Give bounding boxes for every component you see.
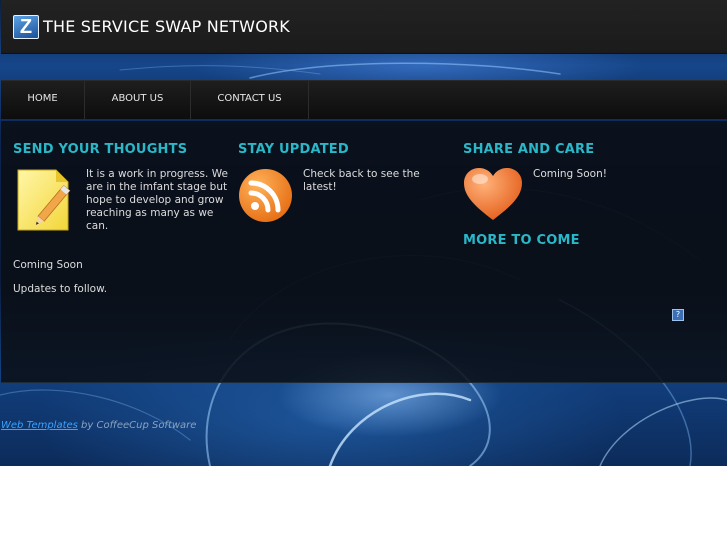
logo-icon[interactable]: Z (13, 15, 39, 39)
notepad-pencil-icon (17, 169, 71, 231)
coming-soon-text: Coming Soon (13, 259, 83, 271)
send-thoughts-heading: SEND YOUR THOUGHTS (13, 142, 188, 157)
rss-feed-icon[interactable] (238, 168, 293, 223)
text-line: latest! (303, 181, 337, 193)
footer-credit: Web Templates by CoffeeCup Software (1, 420, 196, 431)
text-line: reaching as many as we (86, 207, 214, 219)
updates-to-follow-text: Updates to follow. (13, 283, 108, 295)
text-line: It is a work in progress. We (86, 168, 228, 180)
heart-icon (464, 168, 522, 220)
nav-item-home[interactable]: HOME (1, 81, 85, 119)
work-in-progress-text: It is a work in progress. We are in the … (86, 168, 231, 233)
site-title[interactable]: THE SERVICE SWAP NETWORK (43, 17, 290, 36)
logo-glyph: Z (19, 16, 33, 38)
share-and-care-heading: SHARE AND CARE (463, 142, 595, 157)
main-navigation: HOME ABOUT US CONTACT US (1, 80, 727, 120)
more-to-come-heading: MORE TO COME (463, 233, 580, 248)
share-coming-soon-text: Coming Soon! (533, 168, 607, 180)
check-back-text: Check back to see the latest! (303, 168, 443, 194)
content-panel: SEND YOUR THOUGHTS It is a work in progr… (1, 121, 727, 383)
site-header: Z THE SERVICE SWAP NETWORK (1, 0, 727, 54)
web-templates-link[interactable]: Web Templates (1, 420, 78, 431)
help-icon[interactable]: ? (672, 309, 684, 321)
nav-item-contact-us[interactable]: CONTACT US (191, 81, 309, 119)
stay-updated-heading: STAY UPDATED (238, 142, 349, 157)
text-line: hope to develop and grow (86, 194, 224, 206)
text-line: Check back to see the (303, 168, 420, 180)
nav-item-about-us[interactable]: ABOUT US (85, 81, 191, 119)
text-line: can. (86, 220, 109, 232)
text-line: are in the imfant stage but (86, 181, 228, 193)
footer-credit-suffix: by CoffeeCup Software (77, 420, 197, 431)
